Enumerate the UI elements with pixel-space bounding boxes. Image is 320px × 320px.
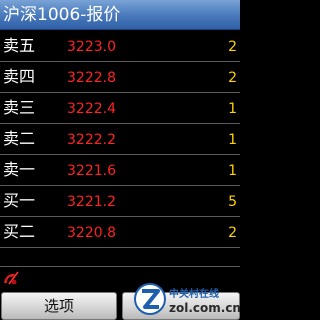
quote-label: 卖四	[3, 67, 36, 86]
quote-row-ask-2[interactable]: 卖二 3222.2 1	[0, 124, 240, 155]
watermark-brand: 中关村在线	[169, 289, 219, 300]
watermark: 中关村在线 zol.com.cn	[133, 281, 241, 320]
options-softkey[interactable]: 选项	[1, 292, 117, 320]
quote-volume: 1	[228, 163, 237, 179]
page-title: 沪深1006-报价	[3, 5, 121, 25]
quote-label: 买二	[3, 222, 36, 241]
quote-label: 卖一	[3, 160, 36, 179]
quote-label: 买一	[3, 191, 36, 210]
quote-row-ask-4[interactable]: 卖四 3222.8 2	[0, 62, 240, 93]
zol-logo-icon	[134, 283, 166, 315]
quote-volume: 2	[228, 225, 237, 241]
quote-price: 3222.2	[67, 132, 116, 148]
quote-price: 3223.0	[67, 39, 116, 55]
quote-price: 3221.6	[67, 163, 116, 179]
quote-table: 卖五 3223.0 2 卖四 3222.8 2 卖三 3222.4 1 卖二 3…	[0, 31, 240, 248]
quote-label: 卖二	[3, 129, 36, 148]
title-bar: 沪深1006-报价	[0, 0, 240, 30]
quote-row-bid-1[interactable]: 买一 3221.2 5	[0, 186, 240, 217]
quote-price: 3220.8	[67, 225, 116, 241]
quote-volume: 2	[228, 39, 237, 55]
quote-row-bid-2[interactable]: 买二 3220.8 2	[0, 217, 240, 248]
quote-row-ask-5[interactable]: 卖五 3223.0 2	[0, 31, 240, 62]
quote-volume: 5	[228, 194, 237, 210]
quote-volume: 2	[228, 70, 237, 86]
quote-price: 3221.2	[67, 194, 116, 210]
connection-status-icon	[4, 271, 19, 285]
quote-label: 卖五	[3, 36, 36, 55]
quote-row-ask-3[interactable]: 卖三 3222.4 1	[0, 93, 240, 124]
quote-label: 卖三	[3, 98, 36, 117]
quote-price: 3222.8	[67, 70, 116, 86]
quote-row-ask-1[interactable]: 卖一 3221.6 1	[0, 155, 240, 186]
quote-price: 3222.4	[67, 101, 116, 117]
watermark-domain: zol.com.cn	[169, 301, 241, 315]
quote-volume: 1	[228, 101, 237, 117]
quote-volume: 1	[228, 132, 237, 148]
